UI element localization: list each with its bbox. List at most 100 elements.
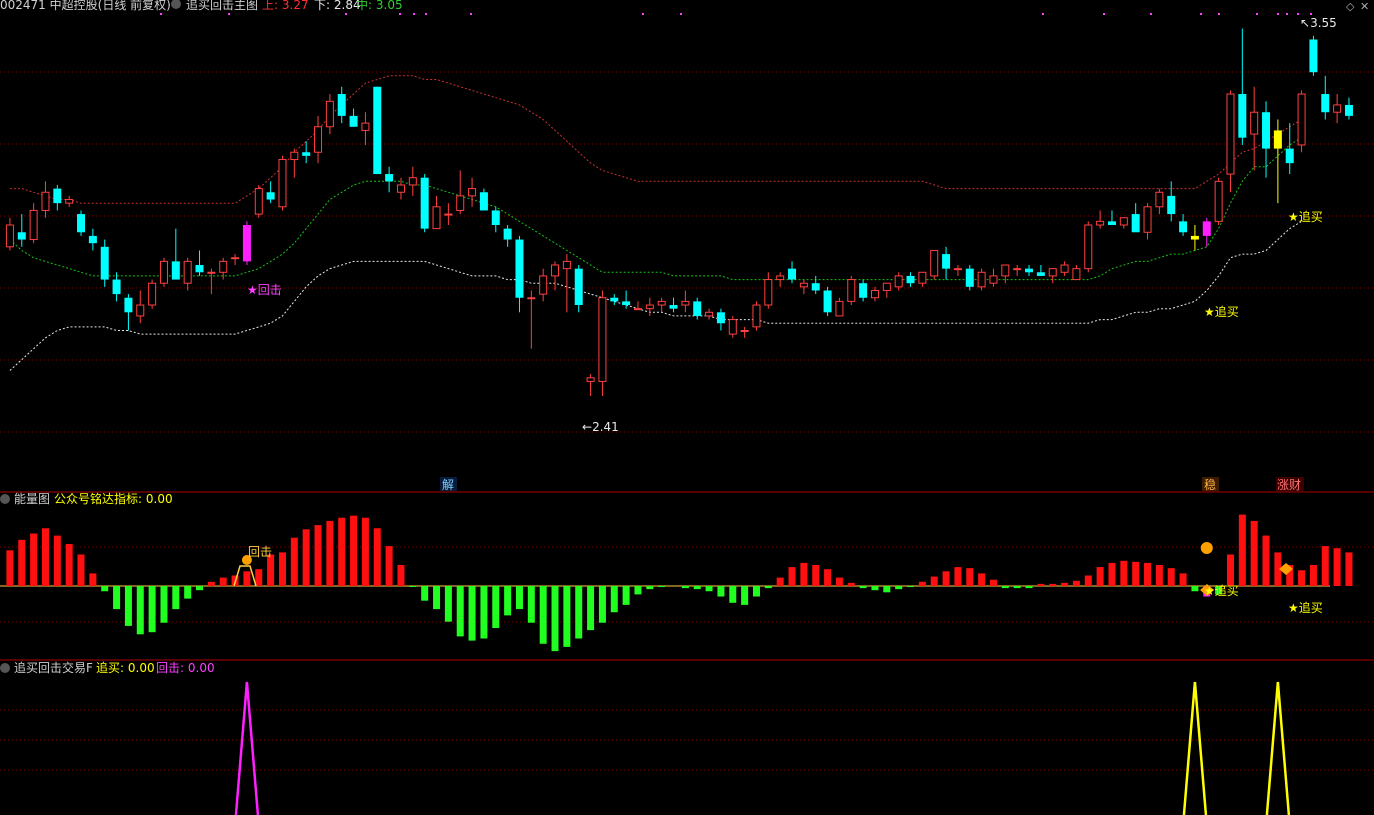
panel2-sub-label: 公众号铭达指标: (54, 491, 142, 506)
candle-body-103 (1226, 93, 1235, 175)
candle-body-31 (373, 86, 382, 175)
energy-bar-46 (551, 586, 559, 652)
energy-bar-95 (1132, 561, 1140, 586)
energy-bar-110 (1309, 565, 1317, 586)
energy-bar-69 (824, 569, 832, 586)
candle-body-76 (906, 275, 915, 284)
candle-body-32 (385, 174, 394, 182)
svg-text:公众号铭达指标: 0.00: 公众号铭达指标: 0.00 (54, 491, 173, 506)
candle-body-35 (420, 177, 429, 229)
energy-bar-18 (219, 577, 227, 586)
lower-label: 下: (314, 0, 330, 12)
low-price-label: ←2.41 (582, 420, 619, 434)
candle-body-99 (1179, 221, 1188, 233)
candle-body-36 (432, 206, 441, 230)
energy-bar-22 (267, 554, 275, 586)
candle-body-83 (989, 275, 998, 284)
panel2-toggle-icon[interactable] (0, 494, 10, 504)
top-signal-dot-15 (1277, 13, 1279, 15)
candle-body-91 (1084, 224, 1093, 270)
candle-body-85 (1013, 268, 1022, 271)
candle-body-92 (1096, 220, 1105, 226)
candle-body-102 (1214, 180, 1223, 222)
candle-body-69 (823, 290, 832, 313)
close-icon[interactable]: ✕ (1360, 0, 1369, 13)
candle-body-113 (1344, 104, 1353, 116)
tag-wen: 稳 (1204, 477, 1216, 492)
candle-body-5 (65, 199, 74, 204)
energy-bar-55 (658, 586, 666, 588)
energy-bar-6 (77, 554, 85, 586)
energy-bar-45 (539, 586, 547, 644)
energy-bar-57 (681, 586, 689, 589)
energy-bar-39 (468, 586, 476, 641)
top-signal-dot-9 (1042, 13, 1044, 15)
top-signal-dot-2 (345, 13, 347, 15)
candle-body-108 (1285, 148, 1294, 164)
energy-bar-21 (255, 569, 263, 586)
energy-bar-79 (942, 571, 950, 586)
energy-bar-54 (646, 586, 654, 590)
energy-bar-78 (930, 576, 938, 586)
energy-bar-71 (847, 582, 855, 586)
candle-body-109 (1297, 93, 1306, 146)
energy-bar-97 (1155, 565, 1163, 586)
zhuimai-label-1: ★追买 (1204, 304, 1239, 319)
energy-bar-103 (1226, 554, 1234, 586)
candle-body-104 (1238, 94, 1247, 138)
energy-bar-4 (53, 535, 61, 586)
energy-bar-23 (278, 552, 286, 586)
huiji-label-energy: 回击 (248, 545, 272, 559)
energy-bar-13 (160, 586, 168, 623)
energy-bar-2 (30, 533, 38, 586)
candle-body-33 (396, 184, 405, 193)
candle-body-86 (1025, 268, 1034, 273)
tag-jie: 解 (442, 478, 454, 492)
candle-body-42 (503, 228, 512, 240)
candle-body-1 (17, 232, 26, 240)
energy-bar-25 (302, 529, 310, 586)
candle-body-21 (254, 188, 263, 215)
energy-bar-72 (859, 586, 867, 589)
energy-bar-92 (1096, 567, 1104, 586)
energy-bar-96 (1144, 562, 1152, 586)
energy-bar-81 (966, 568, 974, 586)
energy-bar-85 (1013, 586, 1021, 589)
energy-bar-106 (1262, 535, 1270, 586)
energy-bar-28 (338, 517, 346, 586)
top-signal-dot-12 (1200, 13, 1202, 15)
candle-body-34 (408, 177, 417, 186)
svg-text:002471 中超控股(日线 前复权): 002471 中超控股(日线 前复权) (0, 0, 171, 12)
energy-bar-111 (1321, 546, 1329, 586)
energy-bar-42 (504, 586, 512, 616)
energy-bar-20 (243, 571, 251, 586)
candle-body-46 (551, 264, 560, 277)
panel3-toggle-icon[interactable] (0, 663, 10, 673)
candle-body-19 (231, 257, 240, 260)
indicator-name: 追买回击主图 (186, 0, 258, 12)
candle-body-20 (242, 224, 251, 262)
top-signal-dot-18 (1310, 13, 1312, 15)
chart-background (0, 0, 1374, 815)
diamond-icon[interactable]: ◇ (1346, 0, 1355, 13)
candle-body-11 (136, 304, 145, 317)
candle-body-101 (1202, 221, 1211, 236)
energy-bar-5 (65, 544, 73, 586)
top-signal-dot-17 (1297, 13, 1299, 15)
energy-bar-49 (587, 586, 595, 631)
candle-body-90 (1072, 268, 1081, 281)
candle-body-55 (657, 300, 666, 306)
candle-body-110 (1309, 39, 1318, 73)
energy-bar-58 (693, 586, 701, 590)
candle-body-94 (1119, 217, 1128, 226)
candle-body-111 (1321, 94, 1330, 113)
panel3-title: 追买回击交易F (14, 660, 93, 675)
svg-text:回击: 0.00: 回击: 0.00 (156, 661, 215, 675)
energy-bar-15 (184, 586, 192, 599)
candle-body-0 (5, 224, 14, 248)
candle-body-107 (1273, 130, 1282, 149)
energy-bar-80 (954, 567, 962, 586)
energy-bar-75 (895, 586, 903, 590)
energy-bar-88 (1049, 583, 1057, 586)
energy-bar-87 (1037, 583, 1045, 586)
